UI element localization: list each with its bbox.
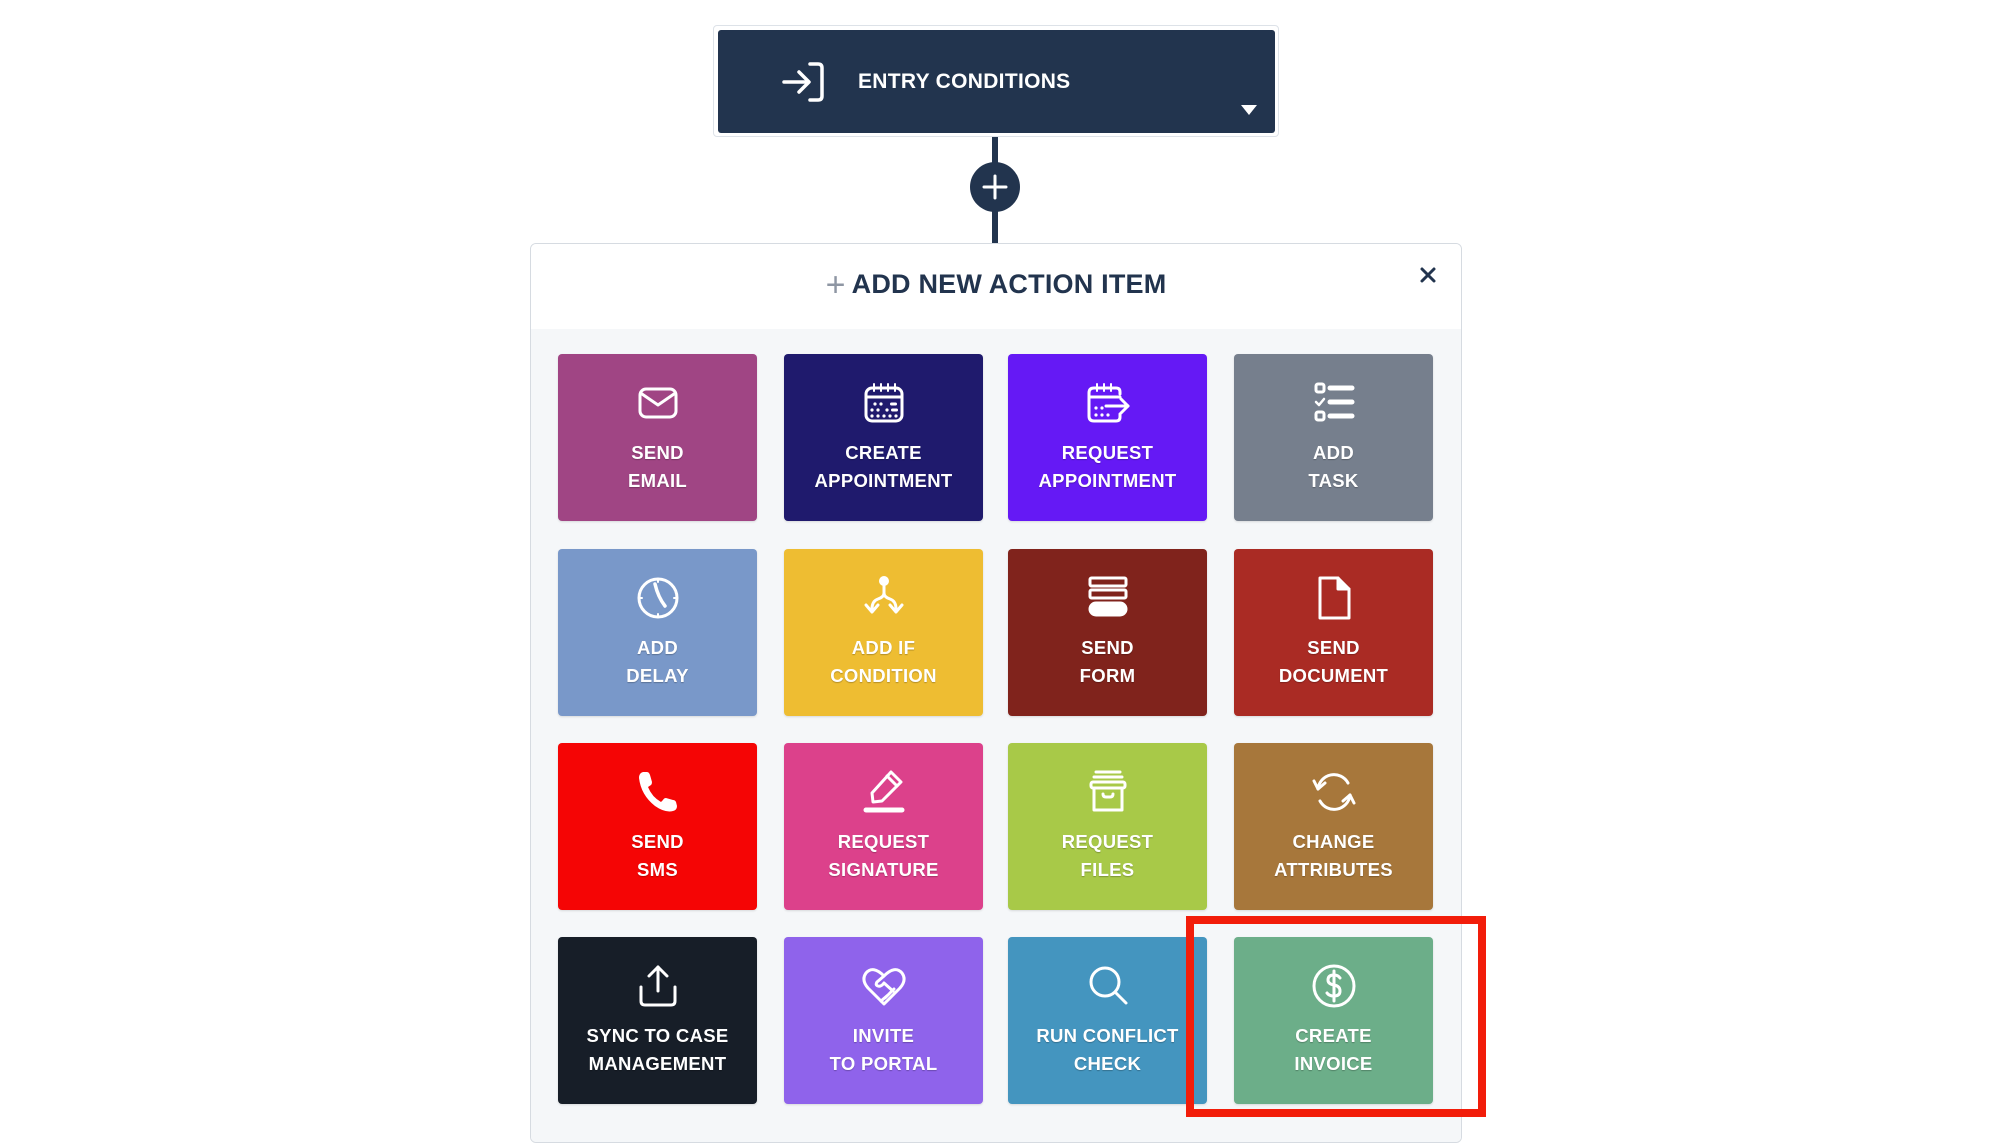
- plus-icon: [982, 174, 1008, 200]
- action-tile-label: SEND FORM: [1008, 634, 1207, 690]
- panel-title: + ADD NEW ACTION ITEM: [531, 266, 1461, 305]
- pen-icon: [784, 769, 983, 815]
- action-tile-request-signature[interactable]: REQUEST SIGNATURE: [784, 743, 983, 910]
- action-tile-label: ADD TASK: [1234, 439, 1433, 495]
- calendar-arrow-icon: [1008, 380, 1207, 426]
- refresh-icon: [1234, 769, 1433, 815]
- label-line-2: TASK: [1308, 470, 1359, 491]
- action-tile-label: RUN CONFLICT CHECK: [1008, 1022, 1207, 1078]
- plus-icon: +: [825, 266, 846, 304]
- label-line-1: CREATE: [1295, 1025, 1372, 1046]
- label-line-2: SMS: [637, 859, 678, 880]
- entry-conditions-dropdown[interactable]: ENTRY CONDITIONS: [718, 30, 1275, 133]
- phone-icon: [558, 769, 757, 815]
- archive-box-icon: [1008, 769, 1207, 815]
- panel-header: + ADD NEW ACTION ITEM: [531, 244, 1461, 329]
- action-tile-label: CHANGE ATTRIBUTES: [1234, 828, 1433, 884]
- label-line-1: SEND: [1307, 637, 1360, 658]
- label-line-2: CHECK: [1073, 1053, 1142, 1074]
- label-line-1: REQUEST: [1061, 442, 1154, 463]
- action-tile-create-appointment[interactable]: CREATE APPOINTMENT: [784, 354, 983, 521]
- action-tile-request-files[interactable]: REQUEST FILES: [1008, 743, 1207, 910]
- action-tile-request-appointment[interactable]: REQUEST APPOINTMENT: [1008, 354, 1207, 521]
- action-tile-send-document[interactable]: SEND DOCUMENT: [1234, 549, 1433, 716]
- entry-conditions-label: ENTRY CONDITIONS: [858, 70, 1071, 93]
- action-tile-invite-to-portal[interactable]: INVITE TO PORTAL: [784, 937, 983, 1104]
- action-tile-label: SEND EMAIL: [558, 439, 757, 495]
- label-line-2: SIGNATURE: [828, 859, 939, 880]
- label-line-1: ADD: [637, 637, 678, 658]
- label-line-1: ADD: [1313, 442, 1354, 463]
- label-line-1: REQUEST: [837, 831, 930, 852]
- label-line-1: REQUEST: [1061, 831, 1154, 852]
- label-line-2: FORM: [1079, 665, 1136, 686]
- label-line-2: DOCUMENT: [1278, 665, 1389, 686]
- label-line-2: CONDITION: [830, 665, 937, 686]
- action-grid: SEND EMAIL CREATE APPOINTMENT REQUEST APPOINT…: [531, 329, 1461, 1142]
- action-tile-sync-to-case-management[interactable]: SYNC TO CASE MANAGEMENT: [558, 937, 757, 1104]
- action-tile-label: CREATE APPOINTMENT: [784, 439, 983, 495]
- action-tile-send-form[interactable]: SEND FORM: [1008, 549, 1207, 716]
- upload-icon: [558, 963, 757, 1009]
- panel-title-text: ADD NEW ACTION ITEM: [851, 269, 1167, 299]
- clock-icon: [558, 575, 757, 621]
- label-line-1: ADD IF: [851, 637, 916, 658]
- action-tile-create-invoice[interactable]: CREATE INVOICE: [1234, 937, 1433, 1104]
- action-tile-add-delay[interactable]: ADD DELAY: [558, 549, 757, 716]
- label-line-2: APPOINTMENT: [1038, 470, 1177, 491]
- calendar-icon: [784, 380, 983, 426]
- label-line-2: TO PORTAL: [829, 1053, 938, 1074]
- form-icon: [1008, 575, 1207, 621]
- label-line-2: MANAGEMENT: [588, 1053, 727, 1074]
- label-line-2: ATTRIBUTES: [1274, 859, 1393, 880]
- add-action-panel: + ADD NEW ACTION ITEM SEND EMAIL CREATE APPO…: [530, 243, 1462, 1143]
- action-tile-label: REQUEST FILES: [1008, 828, 1207, 884]
- label-line-2: APPOINTMENT: [814, 470, 953, 491]
- action-tile-label: SEND DOCUMENT: [1234, 634, 1433, 690]
- action-tile-label: SYNC TO CASE MANAGEMENT: [558, 1022, 757, 1078]
- dollar-circle-icon: [1234, 963, 1433, 1009]
- sign-in-icon: [780, 58, 828, 106]
- action-tile-run-conflict-check[interactable]: RUN CONFLICT CHECK: [1008, 937, 1207, 1104]
- branch-icon: [784, 575, 983, 621]
- action-tile-add-if-condition[interactable]: ADD IF CONDITION: [784, 549, 983, 716]
- action-tile-label: REQUEST SIGNATURE: [784, 828, 983, 884]
- close-icon: [1420, 267, 1436, 283]
- label-line-1: SEND: [1081, 637, 1134, 658]
- label-line-1: RUN CONFLICT: [1036, 1025, 1179, 1046]
- label-line-1: CHANGE: [1292, 831, 1375, 852]
- label-line-2: INVOICE: [1294, 1053, 1373, 1074]
- action-tile-label: CREATE INVOICE: [1234, 1022, 1433, 1078]
- label-line-1: SYNC TO CASE: [586, 1025, 729, 1046]
- action-tile-send-sms[interactable]: SEND SMS: [558, 743, 757, 910]
- action-tile-label: ADD DELAY: [558, 634, 757, 690]
- document-icon: [1234, 575, 1433, 621]
- close-button[interactable]: [1417, 264, 1439, 286]
- label-line-1: INVITE: [852, 1025, 915, 1046]
- search-icon: [1008, 963, 1207, 1009]
- action-tile-label: SEND SMS: [558, 828, 757, 884]
- label-line-1: CREATE: [845, 442, 922, 463]
- label-line-2: DELAY: [626, 665, 689, 686]
- checklist-icon: [1234, 380, 1433, 426]
- caret-down-icon[interactable]: [1241, 105, 1257, 115]
- action-tile-change-attributes[interactable]: CHANGE ATTRIBUTES: [1234, 743, 1433, 910]
- label-line-1: SEND: [631, 831, 684, 852]
- label-line-2: EMAIL: [627, 470, 688, 491]
- action-tile-label: REQUEST APPOINTMENT: [1008, 439, 1207, 495]
- action-tile-add-task[interactable]: ADD TASK: [1234, 354, 1433, 521]
- action-tile-label: ADD IF CONDITION: [784, 634, 983, 690]
- label-line-2: FILES: [1080, 859, 1135, 880]
- envelope-icon: [558, 380, 757, 426]
- label-line-1: SEND: [631, 442, 684, 463]
- action-tile-send-email[interactable]: SEND EMAIL: [558, 354, 757, 521]
- add-step-button[interactable]: [970, 162, 1020, 212]
- handshake-icon: [784, 963, 983, 1009]
- action-tile-label: INVITE TO PORTAL: [784, 1022, 983, 1078]
